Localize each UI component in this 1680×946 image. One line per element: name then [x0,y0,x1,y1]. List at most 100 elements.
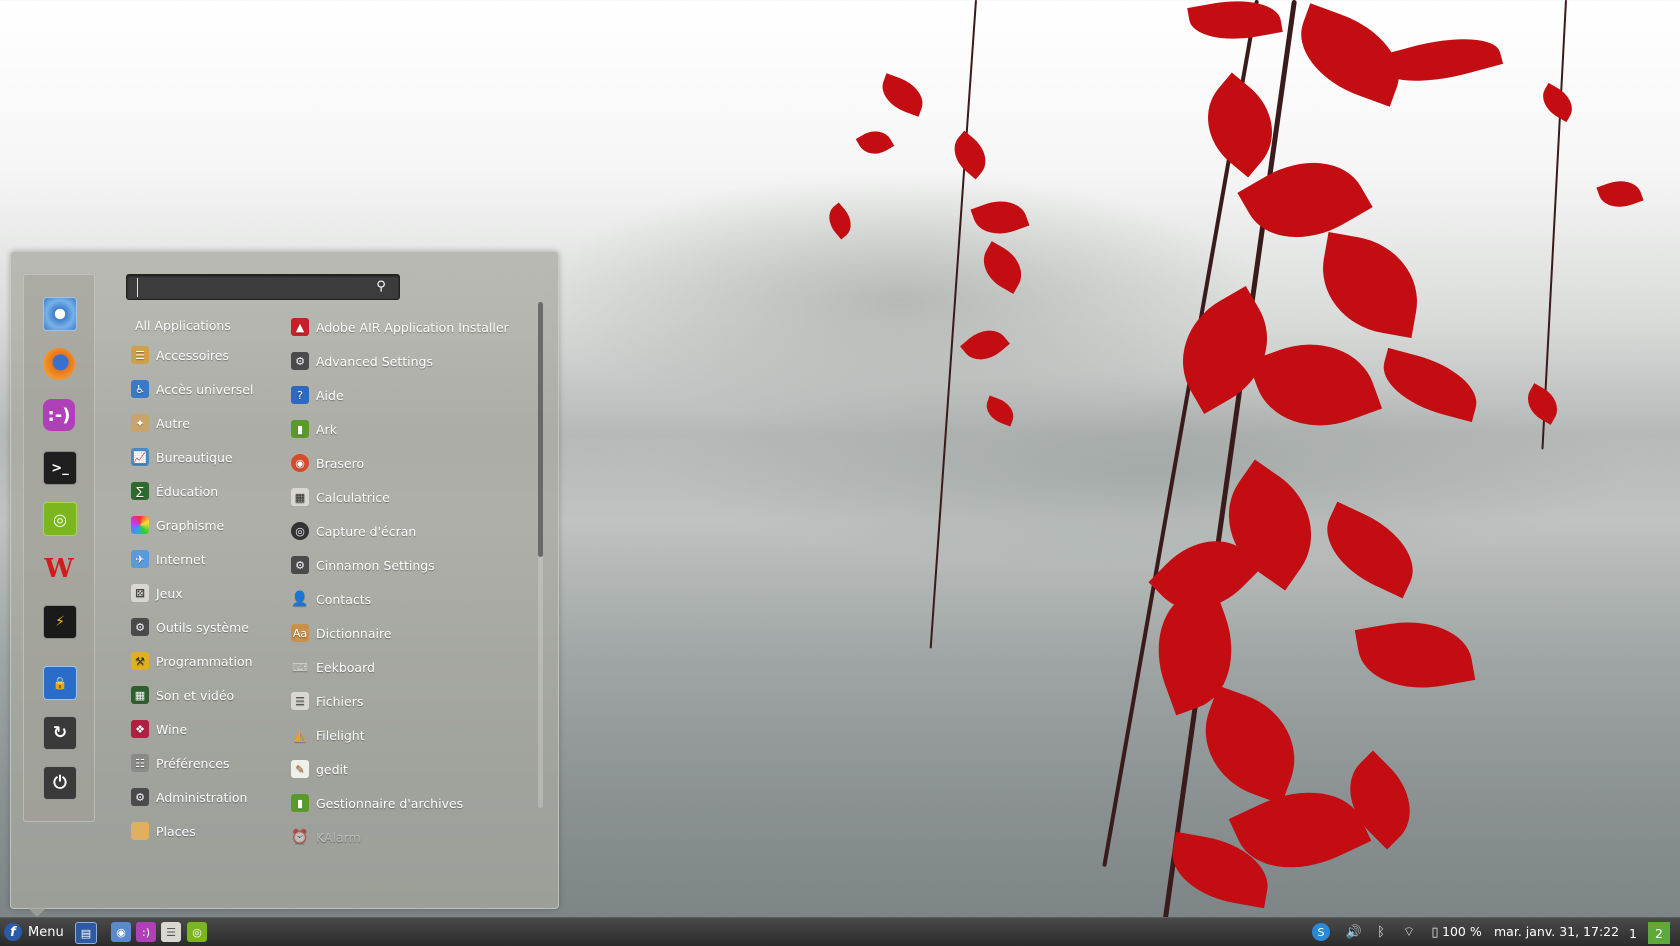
category-autre[interactable]: ✦ Autre [131,410,281,436]
favorites-sidebar: :-) >_ ◎ W ⚡ 🔒 ↻ ⏻ [23,274,95,822]
category-label: Éducation [156,484,218,499]
app-label: Fichiers [316,694,363,709]
nvidia-launcher[interactable]: ◎ [43,502,77,536]
multimedia-icon: ▦ [131,686,149,704]
skype-tray-icon[interactable]: S [1312,923,1330,941]
category-accessoires[interactable]: ☰ Accessoires [131,342,281,368]
scrollbar-thumb[interactable] [538,302,543,557]
bluetooth-icon[interactable]: ᛒ [1374,923,1388,941]
app-gestionnaire-archives[interactable]: ▮ Gestionnaire d'archives [291,790,511,816]
app-adobe-air-installer[interactable]: ▲ Adobe AIR Application Installer [291,314,511,340]
app-kalarm[interactable]: ⏰ KAlarm [291,824,511,850]
app-gedit[interactable]: ✎ gedit [291,756,511,782]
menu-button[interactable]: f Menu [4,920,66,944]
education-icon: ∑ [131,482,149,500]
category-administration[interactable]: ⚙ Administration [131,784,281,810]
terminal-icon: >_ [51,461,68,476]
category-preferences[interactable]: ☷ Préférences [131,750,281,776]
app-eekboard[interactable]: ⌨ Eekboard [291,654,511,680]
category-bureautique[interactable]: 📈 Bureautique [131,444,281,470]
category-internet[interactable]: ✈ Internet [131,546,281,572]
category-all-applications[interactable]: All Applications [135,312,285,338]
app-dictionnaire[interactable]: Aa Dictionnaire [291,620,511,646]
category-label: Accès universel [156,382,253,397]
category-programmation[interactable]: ⚒ Programmation [131,648,281,674]
app-label: Calculatrice [316,490,390,505]
system-tools-icon: ⚙ [131,618,149,636]
shutdown-button[interactable]: ⏻ [43,766,77,800]
terminal-launcher[interactable]: >_ [43,451,77,485]
search-box: ⚲ [126,274,400,300]
category-acces-universel[interactable]: ♿ Accès universel [131,376,281,402]
gedit-icon: ✎ [291,760,309,778]
lock-screen-button[interactable]: 🔒 [43,666,77,700]
empathy-icon: :-) [48,405,71,426]
app-calculatrice[interactable]: ▦ Calculatrice [291,484,511,510]
category-label: Internet [156,552,206,567]
category-graphisme[interactable]: Graphisme [131,512,281,538]
office-icon: 📈 [131,448,149,466]
category-wine[interactable]: ❖ Wine [131,716,281,742]
graphics-icon [131,516,149,534]
empathy-launcher[interactable]: :-) [43,399,75,431]
app-fichiers[interactable]: ☰ Fichiers [291,688,511,714]
chromium-launcher[interactable] [43,297,77,331]
app-filelight[interactable]: ◭ Filelight [291,722,511,748]
files-icon: ☰ [291,692,309,710]
bottom-panel: f Menu ▤ ◉ :) ☰ ◎ S 🔊 ᛒ ⌔ ▯ 100 % mar. j… [0,917,1680,946]
chromium-taskbar-launcher[interactable]: ◉ [111,922,131,942]
games-icon: ⚄ [131,584,149,602]
app-label: Cinnamon Settings [316,558,435,573]
workspace-switcher-launcher[interactable]: ▤ [75,922,97,944]
category-label: Préférences [156,756,230,771]
menu-button-label: Menu [28,925,64,940]
files-taskbar-launcher[interactable]: ☰ [161,922,181,942]
nvidia-taskbar-launcher[interactable]: ◎ [187,922,207,942]
logout-button[interactable]: ↻ [43,716,77,750]
internet-icon: ✈ [131,550,149,568]
app-capture-ecran[interactable]: ◎ Capture d'écran [291,518,511,544]
app-cinnamon-settings[interactable]: ⚙ Cinnamon Settings [291,552,511,578]
firefox-launcher[interactable] [43,348,75,380]
battery-icon[interactable]: ▯ [1428,923,1442,941]
category-son-et-video[interactable]: ▦ Son et vidéo [131,682,281,708]
files-icon: ☰ [166,926,176,939]
administration-icon: ⚙ [131,788,149,806]
app-advanced-settings[interactable]: ⚙ Advanced Settings [291,348,511,374]
search-icon[interactable]: ⚲ [373,279,389,295]
category-education[interactable]: ∑ Éducation [131,478,281,504]
calculator-icon: ▦ [291,488,309,506]
shutdown-icon: ⏻ [53,773,66,793]
chromium-icon: ◉ [116,926,126,939]
category-places[interactable]: Places [131,818,281,844]
app-list-scrollbar[interactable] [538,302,543,808]
archive-manager-icon: ▮ [291,794,309,812]
empathy-taskbar-launcher[interactable]: :) [136,922,156,942]
battery-percentage[interactable]: 100 % [1442,924,1482,939]
volume-icon[interactable]: 🔊 [1344,923,1364,941]
clock[interactable]: mar. janv. 31, 17:22 [1494,924,1619,939]
app-contacts[interactable]: 👤 Contacts [291,586,511,612]
app-ark[interactable]: ▮ Ark [291,416,511,442]
category-label: Programmation [156,654,253,669]
app-label: Filelight [316,728,365,743]
app-aide[interactable]: ? Aide [291,382,511,408]
system-monitor-launcher[interactable]: ⚡ [43,605,77,639]
app-label: Ark [316,422,337,437]
app-label: Dictionnaire [316,626,392,641]
category-jeux[interactable]: ⚄ Jeux [131,580,281,606]
wifi-icon[interactable]: ⌔ [1400,923,1418,941]
lock-screen-icon: 🔒 [53,676,68,690]
keyboard-icon: ⌨ [291,658,309,676]
app-brasero[interactable]: ◉ Brasero [291,450,511,476]
category-label: Outils système [156,620,249,635]
alarm-icon: ⏰ [291,828,309,846]
workspace-2[interactable]: 2 [1648,922,1670,944]
search-input[interactable] [137,278,369,297]
workspace-1[interactable]: 1 [1622,922,1644,944]
app-label: Gestionnaire d'archives [316,796,463,811]
winamp-launcher[interactable]: W [43,553,75,585]
logout-icon: ↻ [53,723,67,743]
category-label: Accessoires [156,348,229,363]
category-outils-systeme[interactable]: ⚙ Outils système [131,614,281,640]
